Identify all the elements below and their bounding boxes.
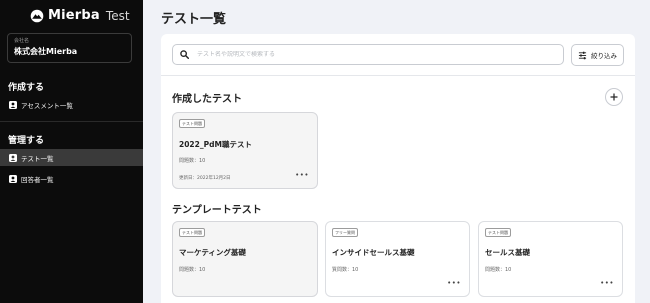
card-title: 2022_PdM職テスト	[179, 140, 252, 149]
section-heading-manage: 管理する	[8, 136, 45, 146]
plus-icon	[610, 93, 618, 101]
page-title: テスト一覧	[161, 12, 227, 27]
mountain-logo-icon	[30, 9, 44, 22]
sliders-icon	[578, 51, 587, 59]
company-name: 株式会社Mierba	[14, 47, 78, 56]
panel-divider	[161, 75, 635, 76]
section-heading-create: 作成する	[8, 83, 45, 93]
brand-name: Mierba	[48, 8, 100, 23]
filter-button[interactable]: 絞り込み	[571, 44, 624, 66]
sidebar-item-label: 回答者一覧	[21, 175, 54, 184]
more-options-icon[interactable]: •••	[295, 171, 309, 179]
card-badge: テスト問題	[485, 228, 511, 237]
card-badge: テスト問題	[179, 119, 205, 128]
add-test-button[interactable]	[605, 88, 623, 106]
brand-suffix: Test	[105, 8, 130, 23]
sidebar-item-label: アセスメント一覧	[21, 101, 73, 110]
search-input[interactable]	[197, 51, 537, 58]
card-question-count: 問題数：10	[179, 267, 206, 273]
search-box[interactable]	[172, 44, 564, 65]
my-tests-heading: 作成したテスト	[172, 94, 242, 105]
card-question-count: 問題数：10	[485, 267, 512, 273]
template-card[interactable]: テスト問題 セールス基礎 問題数：10 •••	[478, 221, 623, 297]
card-question-count: 質問数：10	[332, 267, 359, 273]
sidebar-item-label: テスト一覧	[21, 154, 54, 163]
company-label: 会社名	[14, 38, 30, 44]
test-card[interactable]: テスト問題 2022_PdM職テスト 問題数：10 更新日：2022年12月2日…	[172, 112, 318, 189]
sidebar-item-respondents[interactable]: 回答者一覧	[0, 170, 143, 187]
more-options-icon[interactable]: •••	[600, 279, 614, 287]
card-title: マーケティング基礎	[179, 248, 246, 257]
template-tests-heading: テンプレートテスト	[172, 205, 262, 216]
sidebar-item-assessments[interactable]: アセスメント一覧	[0, 96, 143, 113]
card-question-count: 問題数：10	[179, 158, 206, 164]
sidebar-divider	[0, 121, 143, 122]
card-badge: フリー質問	[332, 228, 358, 237]
card-updated-date: 更新日：2022年12月2日	[179, 176, 231, 181]
card-badge: テスト問題	[179, 228, 205, 237]
card-title: インサイドセールス基礎	[332, 248, 415, 257]
template-card[interactable]: フリー質問 インサイドセールス基礎 質問数：10 •••	[325, 221, 470, 297]
search-icon	[180, 50, 189, 59]
sidebar: Mierba Test 会社名 株式会社Mierba 作成する アセスメント一覧…	[0, 0, 143, 303]
user-icon	[9, 100, 17, 109]
brand[interactable]: Mierba Test	[30, 8, 130, 23]
filter-label: 絞り込み	[591, 52, 617, 60]
more-options-icon[interactable]: •••	[447, 279, 461, 287]
sidebar-item-tests[interactable]: テスト一覧	[0, 149, 143, 166]
user-icon	[9, 153, 17, 162]
card-title: セールス基礎	[485, 248, 530, 257]
company-box: 会社名 株式会社Mierba	[7, 33, 132, 63]
template-card[interactable]: テスト問題 マーケティング基礎 問題数：10	[172, 221, 318, 297]
user-icon	[9, 174, 17, 183]
